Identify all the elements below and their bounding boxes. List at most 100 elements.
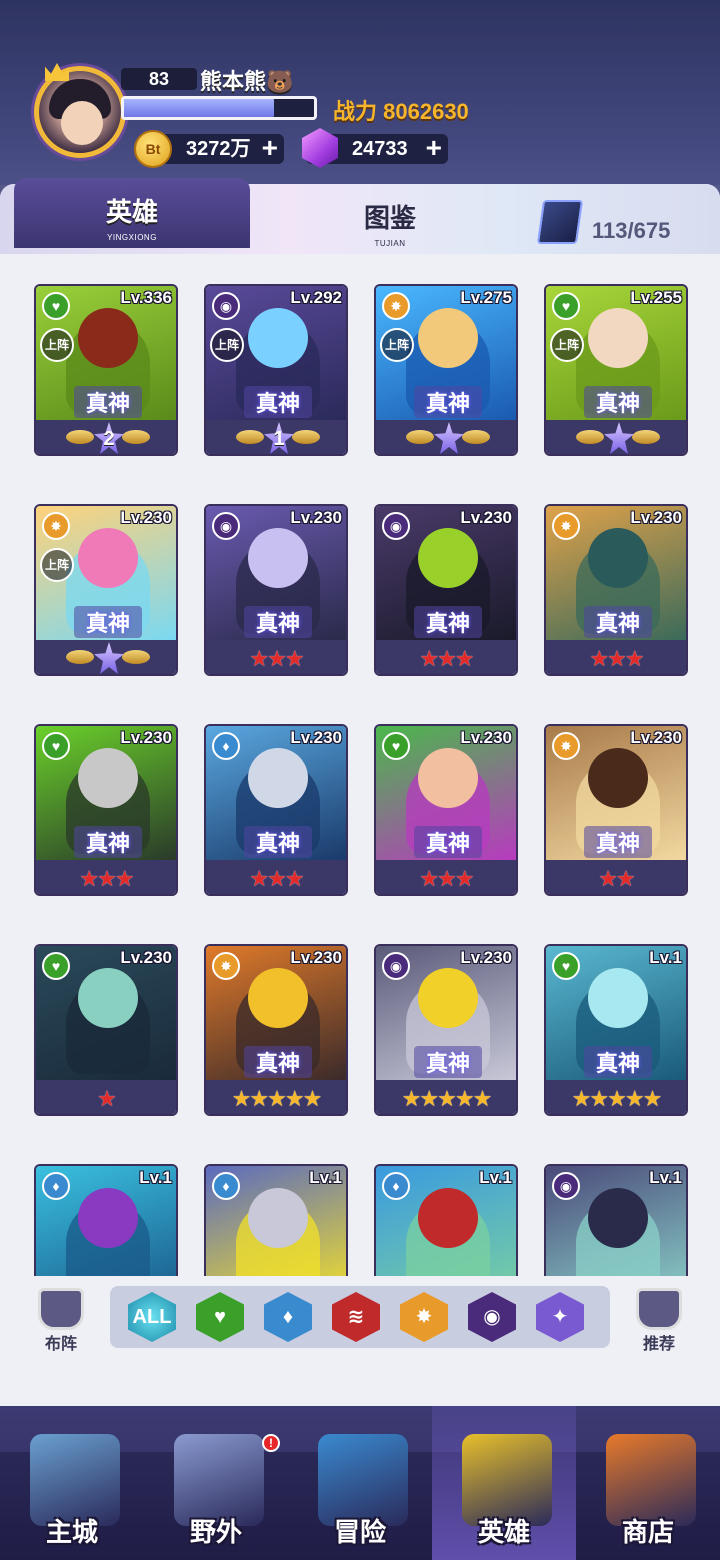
filter-nature-button[interactable]: ♥	[196, 1292, 244, 1342]
hero-panel: 英雄 YINGXIONG 图鉴 TUJIAN 113/675 ♥ Lv.336 上…	[0, 178, 720, 1406]
xp-bar-fill	[124, 99, 275, 117]
hero-card[interactable]: ✸ Lv.230 上阵 真神	[34, 504, 178, 676]
nav-shop[interactable]: 商店	[576, 1406, 720, 1560]
nav-monster[interactable]: 冒险	[288, 1406, 432, 1560]
star-icon: ★	[454, 646, 475, 671]
player-avatar[interactable]	[34, 63, 126, 158]
star-rank: ★★★★★	[206, 1086, 346, 1112]
filter-all-button[interactable]: ALL	[128, 1292, 176, 1342]
star-icon: ★	[419, 646, 439, 671]
leaf-icon: ♥	[552, 292, 580, 320]
hero-card[interactable]: ◉ Lv.292 上阵 真神 1	[204, 284, 348, 456]
hero-level: Lv.230	[460, 728, 512, 747]
hero-card[interactable]: ✸ Lv.275 上阵 真神	[374, 284, 518, 456]
hero-card[interactable]: ♦ Lv.230 真神 ★★★	[204, 724, 348, 896]
recommend-button[interactable]: 推荐	[628, 1288, 690, 1353]
awaken-star-icon: 1	[264, 422, 294, 454]
star-rank: ★★★	[206, 866, 346, 892]
gem-value: 24733	[352, 138, 408, 160]
nav-city[interactable]: 主城	[0, 1406, 144, 1560]
tab-codex[interactable]: 图鉴 TUJIAN	[300, 184, 480, 248]
eye-icon: ◉	[382, 952, 410, 980]
leaf-icon: ♥	[42, 292, 70, 320]
awaken-rank	[576, 422, 660, 454]
star-rank: ★★★	[546, 646, 686, 672]
drop-icon: ♦	[282, 1306, 294, 1328]
star-icon: ★	[231, 1086, 252, 1111]
drop-icon: ♦	[382, 1172, 410, 1200]
on-team-badge: 上阵	[40, 328, 74, 362]
leaf-icon: ♥	[214, 1306, 226, 1328]
add-gem-button[interactable]: +	[426, 134, 442, 162]
awaken-star-icon: 2	[94, 422, 124, 454]
hero-card[interactable]: ◉ Lv.230 真神 ★★★★★	[374, 944, 518, 1116]
gold-value: 3272万	[186, 138, 251, 160]
star-rank: ★★	[546, 866, 686, 892]
star-icon: ★	[419, 866, 439, 891]
hero-level: Lv.230	[630, 728, 682, 747]
filter-arcane-button[interactable]: ✦	[536, 1292, 584, 1342]
god-badge: 真神	[414, 826, 482, 858]
sun-icon: ✸	[382, 292, 410, 320]
eye-icon: ◉	[212, 512, 240, 540]
bottom-nav: 主城 野外 冒险 英雄 商店	[0, 1406, 720, 1560]
claw-icon: ≋	[347, 1306, 365, 1328]
filter-fire-button[interactable]: ≋	[332, 1292, 380, 1342]
thumbs-up-icon	[636, 1288, 682, 1330]
hero-level: Lv.1	[479, 1168, 512, 1187]
xp-bar	[121, 96, 317, 120]
hero-card[interactable]: ♥ Lv.336 上阵 真神 2	[34, 284, 178, 456]
add-gold-button[interactable]: +	[262, 134, 278, 162]
hero-card[interactable]: ✸ Lv.230 真神 ★★★	[544, 504, 688, 676]
star-icon: ★	[79, 866, 99, 891]
hero-card[interactable]: ♦ Lv.1	[374, 1164, 518, 1276]
hero-card[interactable]: ✸ Lv.230 真神 ★★★★★	[204, 944, 348, 1116]
awaken-star-icon	[604, 422, 634, 454]
hero-level: Lv.275	[460, 288, 512, 307]
hero-card[interactable]: ✸ Lv.230 真神 ★★	[544, 724, 688, 896]
god-badge: 真神	[584, 386, 652, 418]
hero-card[interactable]: ♥ Lv.1 真神 ★★★★★	[544, 944, 688, 1116]
hero-card[interactable]: ◉ Lv.230 真神 ★★★	[204, 504, 348, 676]
filter-light-button[interactable]: ✸	[400, 1292, 448, 1342]
star-icon: ★	[114, 866, 135, 891]
hero-card[interactable]: ♦ Lv.1	[204, 1164, 348, 1276]
card-collection-icon	[536, 200, 584, 244]
hero-card[interactable]: ◉ Lv.230 真神 ★★★	[374, 504, 518, 676]
god-badge: 真神	[414, 386, 482, 418]
star-rank: ★★★	[36, 866, 176, 892]
hero-card[interactable]: ♥ Lv.230 真神 ★★★	[34, 724, 178, 896]
hero-card[interactable]: ♥ Lv.255 上阵 真神	[544, 284, 688, 456]
tab-heroes[interactable]: 英雄 YINGXIONG	[14, 178, 250, 248]
on-team-badge: 上阵	[550, 328, 584, 362]
filter-shadow-button[interactable]: ◉	[468, 1292, 516, 1342]
sun-icon: ✸	[415, 1306, 433, 1328]
nav-hero[interactable]: 英雄	[432, 1406, 576, 1560]
hero-level: Lv.230	[290, 508, 342, 527]
hero-grid: ♥ Lv.336 上阵 真神 2 ◉ Lv.292 上阵 真神 1 ✸ Lv.275 上阵…	[0, 256, 720, 1276]
hero-card[interactable]: ◉ Lv.1	[544, 1164, 688, 1276]
star-icon: ★	[454, 1086, 475, 1111]
filter-water-button[interactable]: ♦	[264, 1292, 312, 1342]
star-icon: ★	[249, 866, 269, 891]
star-icon: ★	[472, 1086, 493, 1111]
player-level: 83	[121, 68, 197, 90]
star-rank: ★★★★★	[546, 1086, 686, 1112]
hero-card[interactable]: ♥ Lv.230 真神 ★★★	[374, 724, 518, 896]
top-bar: 83 熊本熊🐻 战力 8062630 Bt 3272万 + 24733 +	[0, 0, 720, 185]
hero-card[interactable]: ♥ Lv.230 ★	[34, 944, 178, 1116]
star-icon: ★	[624, 1086, 645, 1111]
formation-button[interactable]: 布阵	[30, 1288, 92, 1353]
notification-badge: !	[262, 1434, 280, 1452]
sun-icon: ✸	[552, 732, 580, 760]
star-rank: ★★★	[376, 866, 516, 892]
star-icon: ★	[437, 646, 457, 671]
leaf-icon: ♥	[552, 952, 580, 980]
on-team-badge: 上阵	[380, 328, 414, 362]
hero-card[interactable]: ♦ Lv.1	[34, 1164, 178, 1276]
star-icon: ★	[607, 1086, 627, 1111]
eye-icon: ◉	[483, 1306, 501, 1328]
nav-castle[interactable]: 野外	[144, 1406, 288, 1560]
god-badge: 真神	[584, 1046, 652, 1078]
hero-level: Lv.230	[460, 948, 512, 967]
